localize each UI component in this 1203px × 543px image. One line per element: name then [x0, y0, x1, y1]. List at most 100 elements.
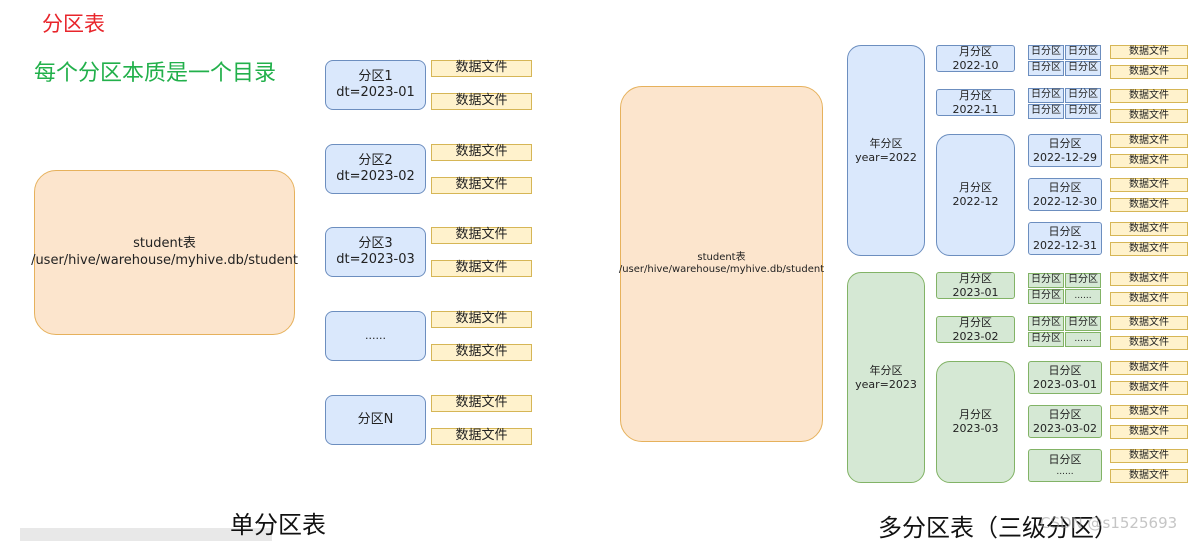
year-partition-2022: 年分区 year=2022: [847, 45, 925, 256]
data-file: 数据文件: [1110, 381, 1188, 395]
partition-name: 分区N: [357, 411, 394, 427]
month-name: 月分区: [959, 88, 992, 102]
data-file: 数据文件: [1110, 198, 1188, 212]
month-name: 月分区: [959, 315, 992, 329]
day-spec: 2022-12-31: [1033, 238, 1097, 252]
day-partition-2022-12-29: 日分区 2022-12-29: [1028, 134, 1102, 167]
partition-ellipsis: ......: [325, 311, 426, 361]
day-partition-ellipsis-large: 日分区 ......: [1028, 449, 1102, 482]
month-spec: 2023-03: [952, 422, 999, 435]
year-name: 年分区: [869, 136, 903, 150]
partition-spec: dt=2023-01: [336, 85, 415, 100]
month-partition-2022-11: 月分区 2022-11: [936, 89, 1015, 116]
table-name: student表: [133, 236, 196, 252]
month-partition-2023-01: 月分区 2023-01: [936, 272, 1015, 299]
day-partition-small: 日分区: [1028, 289, 1064, 304]
student-table-box: student表 /user/hive/warehouse/myhive.db/…: [31, 170, 298, 335]
data-file: 数据文件: [431, 260, 532, 277]
month-name: 月分区: [959, 408, 992, 422]
data-file: 数据文件: [1110, 109, 1188, 123]
day-spec: 2023-03-01: [1033, 377, 1097, 391]
day-partition-small: 日分区: [1028, 316, 1064, 331]
month-name: 月分区: [959, 181, 992, 195]
day-partition-small: 日分区: [1028, 45, 1064, 60]
day-partition-small: 日分区: [1065, 273, 1101, 288]
day-spec: 2022-12-29: [1033, 150, 1097, 164]
data-file: 数据文件: [1110, 134, 1188, 148]
month-partition-2023-02: 月分区 2023-02: [936, 316, 1015, 343]
day-partition-2022-12-31: 日分区 2022-12-31: [1028, 222, 1102, 255]
month-name: 月分区: [959, 271, 992, 285]
partition-spec: ......: [365, 329, 386, 343]
day-partition-small: 日分区: [1065, 45, 1101, 60]
data-file: 数据文件: [431, 60, 532, 77]
data-file: 数据文件: [1110, 65, 1188, 79]
data-file: 数据文件: [431, 93, 532, 110]
day-partition-small: 日分区: [1065, 104, 1101, 119]
data-file: 数据文件: [1110, 272, 1188, 286]
data-file: 数据文件: [1110, 405, 1188, 419]
student-table-box-multi: student表 /user/hive/warehouse/myhive.db/…: [618, 86, 825, 442]
watermark: CSDN @s1525693: [1040, 514, 1178, 532]
year-partition-2023: 年分区 year=2023: [847, 272, 925, 483]
month-spec: 2023-01: [952, 285, 999, 299]
data-file: 数据文件: [1110, 154, 1188, 168]
month-name: 月分区: [959, 44, 992, 58]
day-partition-2023-03-02: 日分区 2023-03-02: [1028, 405, 1102, 438]
day-partition-2022-12-30: 日分区 2022-12-30: [1028, 178, 1102, 211]
data-file: 数据文件: [1110, 449, 1188, 463]
data-file: 数据文件: [1110, 89, 1188, 103]
month-partition-2022-12: 月分区 2022-12: [936, 134, 1015, 256]
day-partition-small: 日分区: [1028, 273, 1064, 288]
partition-spec: dt=2023-02: [336, 169, 415, 184]
day-spec: 2023-03-02: [1033, 421, 1097, 435]
data-file: 数据文件: [1110, 361, 1188, 375]
table-name: student表: [697, 251, 746, 263]
data-file: 数据文件: [431, 144, 532, 161]
diagram-subtitle: 每个分区本质是一个目录: [34, 61, 277, 86]
data-file: 数据文件: [431, 227, 532, 244]
data-file: 数据文件: [1110, 425, 1188, 439]
month-spec: 2023-02: [952, 329, 999, 343]
day-partition-2023-03-01: 日分区 2023-03-01: [1028, 361, 1102, 394]
day-partition-ellipsis: ......: [1065, 332, 1101, 347]
data-file: 数据文件: [431, 311, 532, 328]
day-name: 日分区: [1048, 453, 1082, 466]
data-file: 数据文件: [1110, 316, 1188, 330]
day-partition-small: 日分区: [1065, 316, 1101, 331]
month-partition-2022-10: 月分区 2022-10: [936, 45, 1015, 72]
month-spec: 2022-11: [952, 102, 999, 116]
data-file: 数据文件: [1110, 469, 1188, 483]
day-spec: 2022-12-30: [1033, 194, 1097, 208]
day-name: 日分区: [1048, 363, 1082, 377]
month-partition-2023-03: 月分区 2023-03: [936, 361, 1015, 483]
partition-1: 分区1 dt=2023-01: [325, 60, 426, 110]
data-file: 数据文件: [431, 395, 532, 412]
data-file: 数据文件: [431, 177, 532, 194]
diagram-title: 分区表: [42, 12, 105, 36]
day-name: 日分区: [1048, 224, 1082, 238]
partition-name: 分区3: [358, 235, 393, 251]
day-partition-small: 日分区: [1028, 88, 1064, 103]
day-spec: ......: [1056, 466, 1074, 477]
table-path: /user/hive/warehouse/myhive.db/student: [618, 264, 825, 275]
day-partition-small: 日分区: [1028, 332, 1064, 347]
left-caption: 单分区表: [230, 511, 326, 539]
data-file: 数据文件: [1110, 242, 1188, 256]
day-name: 日分区: [1048, 180, 1082, 194]
year-spec: year=2022: [855, 150, 917, 164]
table-path: /user/hive/warehouse/myhive.db/student: [31, 252, 298, 268]
month-spec: 2022-10: [952, 58, 999, 72]
day-name: 日分区: [1048, 407, 1082, 421]
day-partition-small: 日分区: [1065, 88, 1101, 103]
month-spec: 2022-12: [952, 195, 999, 208]
day-partition-small: 日分区: [1028, 61, 1064, 76]
partition-3: 分区3 dt=2023-03: [325, 227, 426, 277]
data-file: 数据文件: [1110, 336, 1188, 350]
partition-n: 分区N: [325, 395, 426, 445]
data-file: 数据文件: [1110, 178, 1188, 192]
partition-2: 分区2 dt=2023-02: [325, 144, 426, 194]
data-file: 数据文件: [431, 428, 532, 445]
day-partition-small: 日分区: [1028, 104, 1064, 119]
data-file: 数据文件: [1110, 222, 1188, 236]
